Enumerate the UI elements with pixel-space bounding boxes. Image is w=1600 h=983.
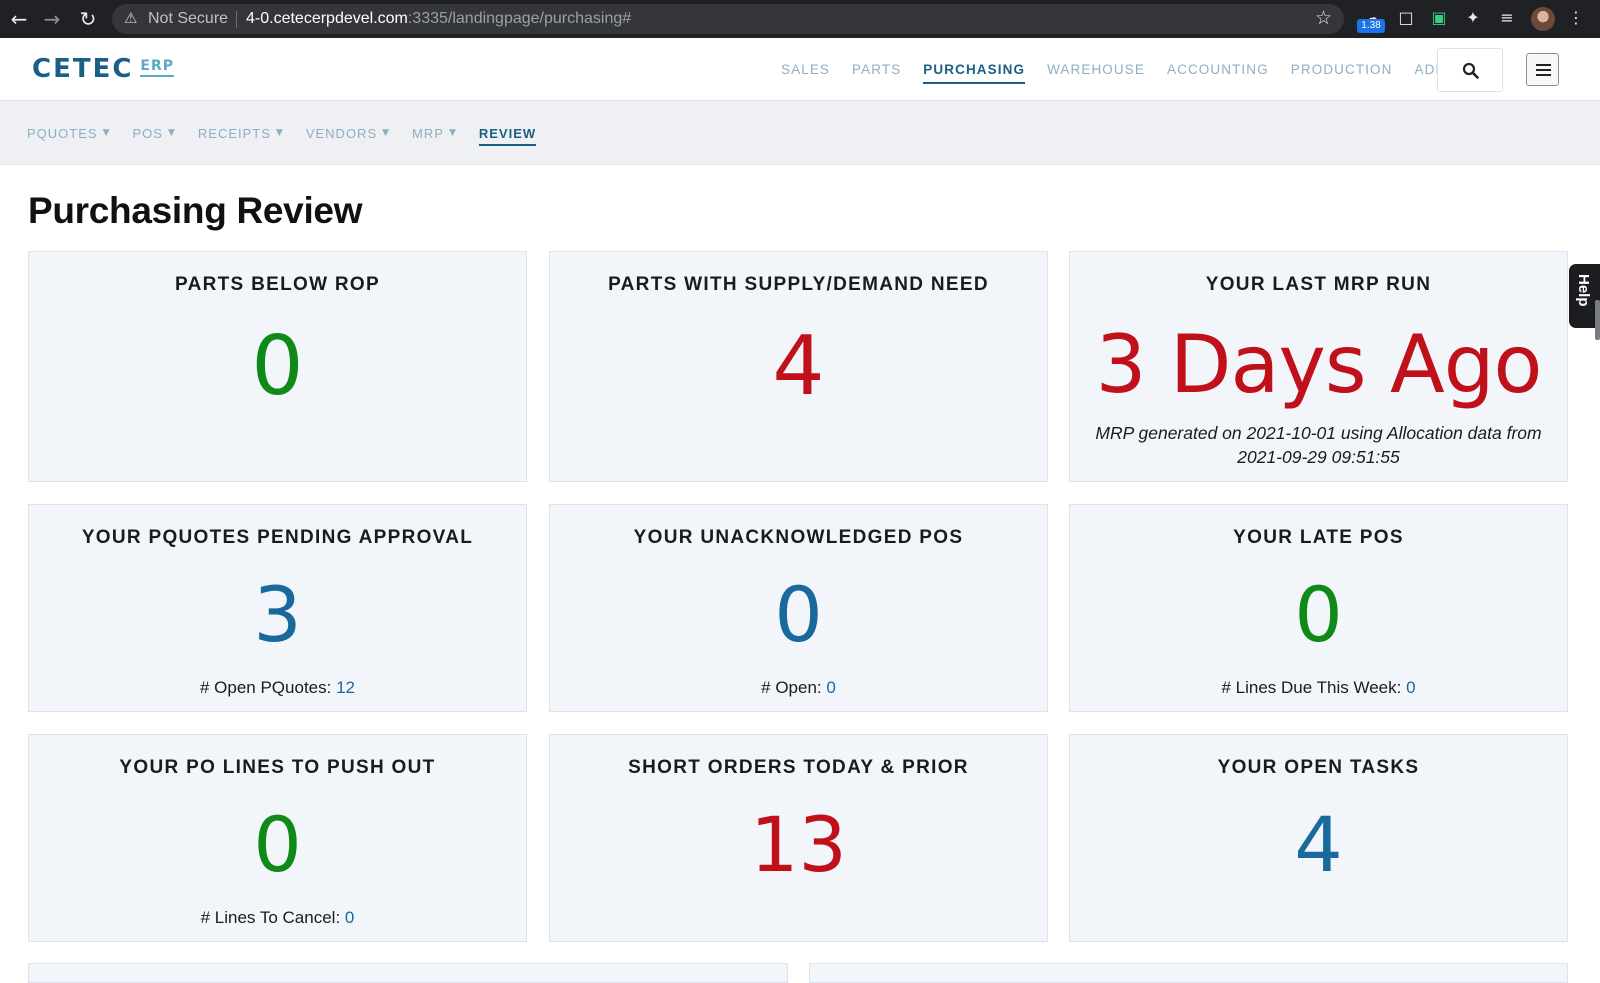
lines-due-link[interactable]: 0: [1406, 678, 1415, 697]
card-title: YOUR UNACKNOWLEDGED POS: [633, 527, 964, 548]
card-value[interactable]: 0: [1070, 577, 1567, 653]
card-title: YOUR LAST MRP RUN: [1205, 274, 1432, 295]
card-value[interactable]: 13: [550, 807, 1047, 883]
caret-down-icon: ▼: [167, 128, 176, 138]
sub-nav-pos[interactable]: POS ▼: [122, 101, 187, 165]
help-label: Help: [1575, 274, 1592, 307]
main-nav-production[interactable]: PRODUCTION: [1280, 38, 1404, 101]
lines-to-cancel-link[interactable]: 0: [345, 908, 354, 927]
main-nav-accounting[interactable]: ACCOUNTING: [1156, 38, 1280, 101]
card-supply-demand-need[interactable]: PARTS WITH SUPPLY/DEMAND NEED 4: [549, 251, 1048, 482]
media-queue-icon[interactable]: ≡: [1496, 8, 1518, 30]
card-title: SHORT ORDERS TODAY & PRIOR: [628, 757, 969, 778]
card-title: YOUR PQUOTES PENDING APPROVAL: [81, 527, 474, 548]
card-title: YOUR PO LINES TO PUSH OUT: [119, 757, 436, 778]
sub-nav-label: PQUOTES: [27, 125, 98, 141]
logo-main: CETEC: [32, 54, 134, 84]
cetec-logo[interactable]: CETEC ERP: [32, 54, 175, 84]
main-nav-parts[interactable]: PARTS: [841, 38, 912, 101]
bookmark-star-icon[interactable]: ☆: [1315, 7, 1332, 29]
card-value[interactable]: 4: [1070, 807, 1567, 883]
color-extension-icon[interactable]: ▣: [1428, 8, 1450, 30]
main-nav: SALES PARTS PURCHASING WAREHOUSE ACCOUNT…: [770, 38, 1474, 101]
main-nav-purchasing[interactable]: PURCHASING: [912, 38, 1036, 101]
browser-toolbar: ← → ↻ ⚠ Not Secure 4-0.cetecerpdevel.com…: [0, 0, 1600, 38]
puzzle-icon[interactable]: ✦: [1462, 8, 1484, 30]
footer-label: # Lines To Cancel:: [200, 908, 341, 927]
hamburger-icon: [1536, 69, 1551, 71]
card-value: 3 Days Ago: [1095, 318, 1543, 411]
main-nav-sales[interactable]: SALES: [770, 38, 841, 101]
url-text[interactable]: 4-0.cetecerpdevel.com:3335/landingpage/p…: [246, 10, 631, 28]
card-short-orders[interactable]: SHORT ORDERS TODAY & PRIOR 13: [549, 734, 1048, 942]
sub-nav-label: MRP: [412, 125, 444, 141]
bottom-panel-left: [28, 963, 788, 983]
caret-down-icon: ▼: [382, 128, 391, 138]
sub-nav-label: REVIEW: [478, 125, 537, 141]
sub-nav-review[interactable]: REVIEW: [468, 101, 547, 165]
card-last-mrp-run[interactable]: YOUR LAST MRP RUN 3 Days Ago MRP generat…: [1069, 251, 1568, 482]
url-path: :3335/landingpage/purchasing#: [407, 10, 632, 27]
card-footer: # Lines Due This Week: 0: [1070, 678, 1567, 698]
sub-nav-label: VENDORS: [305, 125, 378, 141]
card-value[interactable]: 0: [29, 807, 526, 883]
hamburger-icon: [1536, 64, 1551, 66]
sub-nav-pquotes[interactable]: PQUOTES ▼: [16, 101, 122, 165]
divider: [236, 11, 237, 28]
card-pquotes-pending-approval[interactable]: YOUR PQUOTES PENDING APPROVAL 3 # Open P…: [28, 504, 527, 712]
card-value[interactable]: 0: [29, 326, 526, 408]
kebab-menu-icon[interactable]: ⋮: [1566, 8, 1586, 30]
bottom-panel-right: [809, 963, 1568, 983]
card-footer: # Open PQuotes: 12: [29, 678, 526, 698]
hamburger-icon: [1536, 74, 1551, 76]
card-title: PARTS WITH SUPPLY/DEMAND NEED: [608, 274, 989, 295]
warning-icon: ⚠: [124, 9, 138, 27]
open-pquotes-link[interactable]: 12: [336, 678, 355, 697]
not-secure-label: Not Secure: [148, 10, 229, 27]
card-value[interactable]: 3: [29, 577, 526, 653]
document-icon[interactable]: □: [1395, 8, 1417, 30]
card-title: PARTS BELOW ROP: [175, 274, 380, 295]
caret-down-icon: ▼: [448, 128, 457, 138]
footer-label: # Open:: [761, 678, 822, 697]
sub-nav: PQUOTES ▼ POS ▼ RECEIPTS ▼ VENDORS ▼ MRP ▼ RE…: [0, 101, 1600, 165]
card-value[interactable]: 4: [550, 326, 1047, 408]
app-header: CETEC ERP SALES PARTS PURCHASING WAREHOU…: [0, 38, 1600, 101]
search-icon: [1462, 62, 1479, 79]
card-open-tasks[interactable]: YOUR OPEN TASKS 4: [1069, 734, 1568, 942]
forward-icon[interactable]: →: [38, 5, 66, 33]
card-parts-below-rop[interactable]: PARTS BELOW ROP 0: [28, 251, 527, 482]
logo-sub: ERP: [140, 58, 175, 77]
profile-avatar[interactable]: [1531, 7, 1555, 31]
caret-down-icon: ▼: [275, 128, 284, 138]
footer-label: # Open PQuotes:: [199, 678, 332, 697]
sub-nav-mrp[interactable]: MRP ▼: [401, 101, 468, 165]
card-title: YOUR LATE POS: [1233, 527, 1404, 548]
scrollbar-thumb[interactable]: [1595, 300, 1600, 340]
card-title: YOUR OPEN TASKS: [1217, 757, 1420, 778]
footer-label: # Lines Due This Week:: [1221, 678, 1402, 697]
reload-icon[interactable]: ↻: [74, 5, 102, 33]
card-value[interactable]: 0: [550, 577, 1047, 653]
card-footer: # Open: 0: [550, 678, 1047, 698]
card-late-pos[interactable]: YOUR LATE POS 0 # Lines Due This Week: 0: [1069, 504, 1568, 712]
search-button[interactable]: [1437, 48, 1503, 92]
sub-nav-label: POS: [132, 125, 163, 141]
card-unacknowledged-pos[interactable]: YOUR UNACKNOWLEDGED POS 0 # Open: 0: [549, 504, 1048, 712]
card-footer: # Lines To Cancel: 0: [29, 908, 526, 928]
main-nav-warehouse[interactable]: WAREHOUSE: [1036, 38, 1156, 101]
open-pos-link[interactable]: 0: [826, 678, 835, 697]
url-host: 4-0.cetecerpdevel.com: [246, 10, 408, 27]
sub-nav-vendors[interactable]: VENDORS ▼: [295, 101, 401, 165]
mrp-generated-note: MRP generated on 2021-10-01 using Alloca…: [1095, 423, 1542, 467]
caret-down-icon: ▼: [102, 128, 111, 138]
sub-nav-label: RECEIPTS: [197, 125, 271, 141]
back-icon[interactable]: ←: [5, 5, 33, 33]
sub-nav-receipts[interactable]: RECEIPTS ▼: [187, 101, 295, 165]
extension-badge: 1.38: [1357, 19, 1385, 33]
page-title: Purchasing Review: [28, 190, 363, 231]
hamburger-menu-button[interactable]: [1526, 53, 1559, 86]
card-po-lines-push-out[interactable]: YOUR PO LINES TO PUSH OUT 0 # Lines To C…: [28, 734, 527, 942]
address-bar[interactable]: ⚠ Not Secure 4-0.cetecerpdevel.com:3335/…: [112, 4, 1344, 34]
